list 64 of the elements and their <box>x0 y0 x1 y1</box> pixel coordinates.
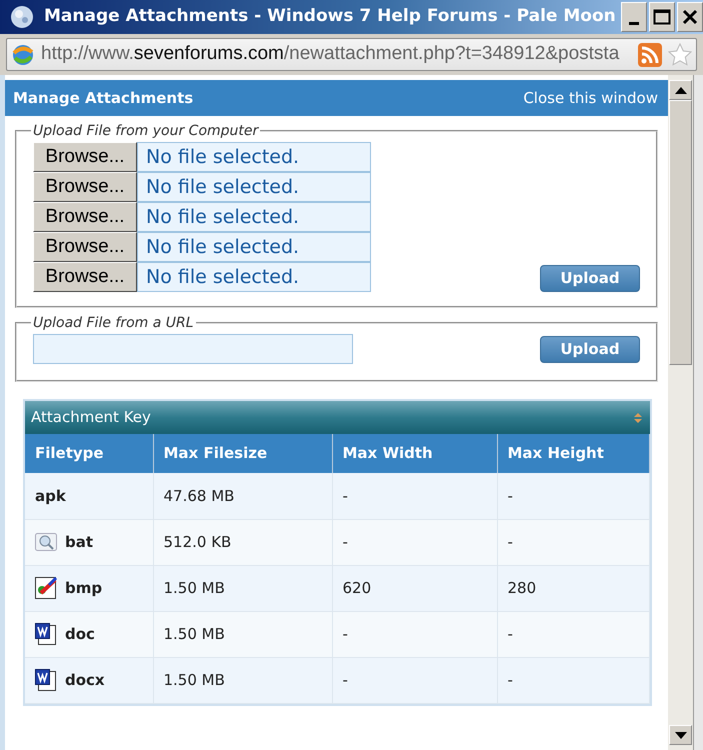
word-document-icon <box>35 623 57 645</box>
star-icon[interactable] <box>668 42 692 66</box>
table-cell: - <box>342 670 348 689</box>
browse-button[interactable]: Browse... <box>33 142 137 172</box>
table-cell: - <box>508 624 513 643</box>
maximize-icon <box>653 9 671 25</box>
table-cell: 1.50 MB <box>164 624 225 643</box>
table-cell: 1.50 MB <box>164 670 225 689</box>
word-document-icon <box>35 669 57 691</box>
popup-title: Manage Attachments <box>13 88 194 109</box>
file-status-field[interactable]: No file selected. <box>137 232 371 262</box>
table-cell: 280 <box>508 578 536 597</box>
file-status-field[interactable]: No file selected. <box>137 142 371 172</box>
column-header: Filetype <box>25 434 153 473</box>
close-icon <box>682 9 698 25</box>
close-link[interactable]: Close this window <box>523 86 658 110</box>
browse-button[interactable]: Browse... <box>33 202 137 232</box>
paint-icon <box>35 577 57 599</box>
table-cell: - <box>342 532 348 551</box>
rss-icon[interactable] <box>638 42 662 66</box>
scroll-down-button[interactable] <box>669 725 692 745</box>
url-input-field[interactable] <box>33 334 353 364</box>
maximize-button[interactable] <box>649 2 675 32</box>
column-header: Max Width <box>332 434 497 473</box>
filetype-cell-text: apk <box>35 486 66 506</box>
column-header: Max Filesize <box>153 434 332 473</box>
browse-button[interactable]: Browse... <box>33 232 137 262</box>
minimize-icon <box>629 22 639 24</box>
close-button[interactable] <box>677 2 703 32</box>
filetype-cell-text: bat <box>65 532 94 553</box>
table-title: Attachment Key <box>31 407 151 428</box>
table-cell: - <box>342 624 348 643</box>
table-cell: 620 <box>342 578 372 597</box>
file-status-field[interactable]: No file selected. <box>137 172 371 202</box>
magnifier-icon <box>35 531 57 553</box>
table-cell: - <box>508 532 513 551</box>
column-header: Max Height <box>497 434 650 473</box>
scroll-up-button[interactable] <box>669 80 692 100</box>
window-title: Manage Attachments - Windows 7 Help Forums - Pale Moon <box>44 5 617 28</box>
file-status-field[interactable]: No file selected. <box>137 202 371 232</box>
panel-legend: Upload File from a URL <box>31 314 196 332</box>
browse-button[interactable]: Browse... <box>33 172 137 202</box>
panel-legend: Upload File from your Computer <box>31 122 260 140</box>
filetype-cell-text: bmp <box>65 578 102 599</box>
file-status-field[interactable]: No file selected. <box>137 262 371 292</box>
address-field[interactable]: http://www.sevenforums.com/newattachment.php?t=348912&poststa <box>6 38 697 71</box>
filetype-cell-text: docx <box>65 670 105 691</box>
url-text: http://www.sevenforums.com/newattachment.php?t=348912&poststa <box>41 42 620 66</box>
table-cell: - <box>508 486 513 504</box>
filetype-cell-text: doc <box>65 624 95 645</box>
up-arrow-icon <box>674 86 686 94</box>
table-cell: 1.50 MB <box>164 578 225 597</box>
scrollbar-thumb[interactable] <box>669 100 692 365</box>
table-cell: - <box>342 486 348 504</box>
table-cell: - <box>508 670 513 689</box>
moon-icon <box>10 5 34 29</box>
globe-icon <box>11 42 35 66</box>
table-cell: 47.68 MB <box>164 486 234 504</box>
minimize-button[interactable] <box>621 2 647 32</box>
upload-button[interactable]: Upload <box>540 265 640 292</box>
table-cell: 512.0 KB <box>164 532 232 551</box>
down-arrow-icon <box>674 732 686 738</box>
upload-button[interactable]: Upload <box>540 336 640 362</box>
browse-button[interactable]: Browse... <box>33 262 137 292</box>
